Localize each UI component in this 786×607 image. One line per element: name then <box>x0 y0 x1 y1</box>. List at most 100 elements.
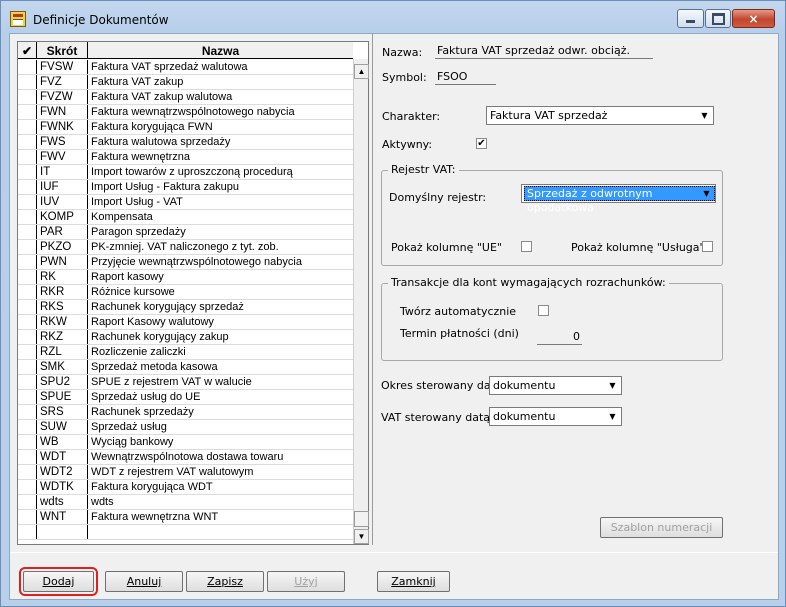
table-row[interactable] <box>18 525 353 540</box>
row-check-cell[interactable] <box>18 255 37 269</box>
uzyj-button[interactable]: Użyj <box>267 571 345 592</box>
table-row[interactable]: WNT Faktura wewnętrzna WNT <box>18 510 353 525</box>
row-check-cell[interactable] <box>18 210 37 224</box>
row-check-cell[interactable] <box>18 525 37 539</box>
zapisz-button[interactable]: Zapisz <box>186 571 264 592</box>
table-row[interactable]: SPUE Sprzedaż usług do UE <box>18 390 353 405</box>
anuluj-button[interactable]: Anuluj <box>105 571 183 592</box>
row-check-cell[interactable] <box>18 465 37 479</box>
table-row[interactable]: FWS Faktura walutowa sprzedaży <box>18 135 353 150</box>
row-check-cell[interactable] <box>18 105 37 119</box>
aktywny-label: Aktywny: <box>382 138 433 151</box>
table-row[interactable]: WB Wyciąg bankowy <box>18 435 353 450</box>
row-check-cell[interactable] <box>18 300 37 314</box>
vat-select[interactable]: dokumentu ▼ <box>489 407 622 426</box>
row-check-cell[interactable] <box>18 270 37 284</box>
termin-platnosci-field[interactable]: 0 <box>537 330 582 345</box>
row-check-cell[interactable] <box>18 510 37 524</box>
table-row[interactable]: wdts wdts <box>18 495 353 510</box>
table-row[interactable]: WDT Wewnątrzwspólnotowa dostawa towaru <box>18 450 353 465</box>
row-check-cell[interactable] <box>18 435 37 449</box>
table-row[interactable]: PKZO PK-zmniej. VAT naliczonego z tyt. zo… <box>18 240 353 255</box>
table-row[interactable]: WDT2 WDT z rejestrem VAT walutowym <box>18 465 353 480</box>
chevron-down-icon[interactable]: ▼ <box>698 185 715 202</box>
table-row[interactable]: SRS Rachunek sprzedaży <box>18 405 353 420</box>
row-check-cell[interactable] <box>18 330 37 344</box>
tworz-automatycznie-checkbox[interactable] <box>538 305 549 316</box>
scroll-up-icon[interactable]: ▲ <box>354 64 369 79</box>
table-row[interactable]: SMK Sprzedaż metoda kasowa <box>18 360 353 375</box>
scroll-down-icon[interactable]: ▼ <box>354 529 369 544</box>
table-row[interactable]: RKZ Rachunek korygujący zakup <box>18 330 353 345</box>
row-check-cell[interactable] <box>18 405 37 419</box>
row-check-cell[interactable] <box>18 75 37 89</box>
row-check-cell[interactable] <box>18 180 37 194</box>
row-check-cell[interactable] <box>18 150 37 164</box>
row-check-cell[interactable] <box>18 360 37 374</box>
close-button[interactable]: × <box>732 9 775 28</box>
table-row[interactable]: RK Raport kasowy <box>18 270 353 285</box>
table-row[interactable]: IT Import towarów z uproszczoną procedurą <box>18 165 353 180</box>
pokaz-usluga-checkbox[interactable] <box>702 241 713 252</box>
maximize-button[interactable] <box>705 9 731 28</box>
table-row[interactable]: RKS Rachunek korygujący sprzedaż <box>18 300 353 315</box>
row-check-cell[interactable] <box>18 225 37 239</box>
table-row[interactable]: WDTK Faktura korygująca WDT <box>18 480 353 495</box>
table-row[interactable]: IUV Import Usług - VAT <box>18 195 353 210</box>
table-row[interactable]: IUF Import Usług - Faktura zakupu <box>18 180 353 195</box>
szablon-numeracji-button[interactable]: Szablon numeracji <box>600 517 723 538</box>
row-check-cell[interactable] <box>18 90 37 104</box>
row-check-cell[interactable] <box>18 240 37 254</box>
row-check-cell[interactable] <box>18 120 37 134</box>
table-row[interactable]: PAR Paragon sprzedaży <box>18 225 353 240</box>
row-check-cell[interactable] <box>18 375 37 389</box>
table-row[interactable]: FWN Faktura wewnątrzwspólnotowego nabycia <box>18 105 353 120</box>
table-row[interactable]: SUW Sprzedaż usług <box>18 420 353 435</box>
grid-vertical-scrollbar[interactable]: ▲ ▼ <box>353 59 369 544</box>
table-row[interactable]: FWNK Faktura korygująca FWN <box>18 120 353 135</box>
chevron-down-icon[interactable]: ▼ <box>604 377 621 394</box>
row-check-cell[interactable] <box>18 450 37 464</box>
table-row[interactable]: RKR Różnice kursowe <box>18 285 353 300</box>
column-header-nazwa[interactable]: Nazwa <box>88 42 353 59</box>
row-check-cell[interactable] <box>18 390 37 404</box>
row-check-cell[interactable] <box>18 315 37 329</box>
row-check-cell[interactable] <box>18 480 37 494</box>
aktywny-checkbox[interactable]: ✔ <box>476 138 487 149</box>
nazwa-field[interactable]: Faktura VAT sprzedaż odwr. obciąż. <box>435 44 653 59</box>
chevron-down-icon[interactable]: ▼ <box>604 408 621 425</box>
row-check-cell[interactable] <box>18 420 37 434</box>
scroll-thumb[interactable] <box>354 511 369 527</box>
column-header-skrot[interactable]: Skrót <box>37 42 88 59</box>
chevron-down-icon[interactable]: ▼ <box>696 107 713 124</box>
table-row[interactable]: RKW Raport Kasowy walutowy <box>18 315 353 330</box>
title-bar[interactable]: Definicje Dokumentów × <box>1 1 785 33</box>
dodaj-button[interactable]: Dodaj <box>19 567 98 596</box>
row-check-cell[interactable] <box>18 495 37 509</box>
pokaz-ue-checkbox[interactable] <box>521 241 532 252</box>
zamknij-button[interactable]: Zamknij <box>377 571 450 592</box>
table-row[interactable]: FVZW Faktura VAT zakup walutowa <box>18 90 353 105</box>
row-check-cell[interactable] <box>18 285 37 299</box>
table-row[interactable]: FVSW Faktura VAT sprzedaż walutowa <box>18 60 353 75</box>
row-check-cell[interactable] <box>18 345 37 359</box>
table-row[interactable]: SPU2 SPUE z rejestrem VAT w walucie <box>18 375 353 390</box>
okres-select[interactable]: dokumentu ▼ <box>489 376 622 395</box>
row-check-cell[interactable] <box>18 135 37 149</box>
row-check-cell[interactable] <box>18 195 37 209</box>
table-row[interactable]: RZL Rozliczenie zaliczki <box>18 345 353 360</box>
symbol-field[interactable]: FSOO <box>435 70 496 85</box>
minimize-button[interactable] <box>677 9 704 28</box>
check-column-header-icon[interactable]: ✔ <box>18 42 37 59</box>
charakter-select[interactable]: Faktura VAT sprzedaż ▼ <box>486 106 714 125</box>
domyslny-rejestr-select[interactable]: Sprzedaż z odwrotnym opodatkowa ▼ <box>521 184 716 214</box>
table-row[interactable]: FWV Faktura wewnętrzna <box>18 150 353 165</box>
documents-grid[interactable]: ✔ Skrót Nazwa FVSW Faktura VAT sprzedaż w… <box>17 41 369 545</box>
table-row[interactable]: KOMP Kompensata <box>18 210 353 225</box>
table-row[interactable]: FVZ Faktura VAT zakup <box>18 75 353 90</box>
row-check-cell[interactable] <box>18 60 37 74</box>
row-nazwa-cell: Różnice kursowe <box>91 286 175 298</box>
table-row[interactable]: PWN Przyjęcie wewnątrzwspólnotowego nabyc… <box>18 255 353 270</box>
okres-label: Okres sterowany datą: <box>381 379 506 392</box>
row-check-cell[interactable] <box>18 165 37 179</box>
